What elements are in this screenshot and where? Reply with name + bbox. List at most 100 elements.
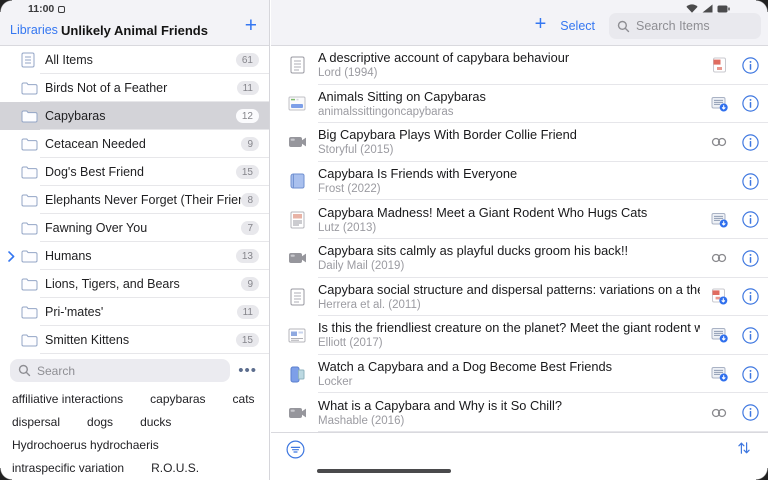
item-count-badge: 9 <box>241 277 259 291</box>
item-row[interactable]: Watch a Capybara and a Dog Become Best F… <box>271 355 768 394</box>
tag-dispersal[interactable]: dispersal <box>12 415 60 429</box>
info-button[interactable] <box>732 250 768 267</box>
video-icon <box>286 251 308 265</box>
item-title: Animals Sitting on Capybaras <box>318 88 486 104</box>
sort-arrows-icon[interactable] <box>734 440 754 460</box>
tag-affiliative-interactions[interactable]: affiliative interactions <box>12 392 123 406</box>
folder-icon <box>21 82 45 95</box>
sidebar-item-fawning-over-you[interactable]: Fawning Over You 7 <box>0 214 269 242</box>
info-button[interactable] <box>732 404 768 421</box>
collection-label: Lions, Tigers, and Bears <box>45 277 180 291</box>
sidebar-navbar: Libraries Unlikely Animal Friends + <box>0 14 269 45</box>
info-button[interactable] <box>732 327 768 344</box>
collection-label: Pri-'mates' <box>45 305 104 319</box>
sidebar-item-pri-mates[interactable]: Pri-'mates' 11 <box>0 298 269 326</box>
sidebar-item-cetacean-needed[interactable]: Cetacean Needed 9 <box>0 130 269 158</box>
sidebar-item-birds-not-of-a-feather[interactable]: Birds Not of a Feather 11 <box>0 74 269 102</box>
item-subtitle: Daily Mail (2019) <box>318 260 405 273</box>
link-icon <box>706 253 732 263</box>
pdf-download-icon <box>706 288 732 305</box>
item-row[interactable]: Big Capybara Plays With Border Collie Fr… <box>271 123 768 162</box>
item-subtitle: Lord (1994) <box>318 67 378 80</box>
tag-intraspecific-variation[interactable]: intraspecific variation <box>12 461 124 475</box>
chevron-right-icon[interactable] <box>8 250 21 262</box>
info-button[interactable] <box>732 95 768 113</box>
journal-article-icon <box>286 56 308 74</box>
item-subtitle: Frost (2022) <box>318 183 381 196</box>
magazine-article-icon <box>286 211 308 229</box>
video-icon <box>286 406 308 420</box>
tag-dogs[interactable]: dogs <box>87 415 113 429</box>
more-ellipsis-icon[interactable]: ••• <box>238 363 259 378</box>
sidebar-item-elephants-never-forget-their-friends[interactable]: Elephants Never Forget (Their Friends) 8 <box>0 186 269 214</box>
item-row[interactable]: A descriptive account of capybara behavi… <box>271 46 768 85</box>
sidebar-item-smitten-kittens[interactable]: Smitten Kittens 15 <box>0 326 269 354</box>
items-toolbar: + Select Search Items <box>271 11 768 45</box>
item-row[interactable]: Capybara Is Friends with Everyone Frost (… <box>271 162 768 201</box>
all-items-icon <box>21 52 45 68</box>
blog-post-icon <box>286 366 308 383</box>
tag-r-o-u-s[interactable]: R.O.U.S. <box>151 461 199 475</box>
item-subtitle: animalssittingoncapybaras <box>318 105 454 118</box>
folder-icon <box>21 334 45 347</box>
status-time: 11:00 <box>28 3 66 15</box>
collection-label: Elephants Never Forget (Their Friends) <box>45 193 242 207</box>
info-button[interactable] <box>732 172 768 190</box>
collection-label: Birds Not of a Feather <box>45 81 168 95</box>
filter-circle-icon[interactable] <box>285 440 305 460</box>
items-header: + Select Search Items <box>271 0 768 46</box>
add-item-button[interactable]: + <box>535 13 547 36</box>
folder-icon <box>21 250 45 263</box>
item-title: Capybara sits calmly as playful ducks gr… <box>318 243 629 259</box>
item-row[interactable]: What is a Capybara and Why is it So Chil… <box>271 393 768 432</box>
item-list: A descriptive account of capybara behavi… <box>271 46 768 432</box>
tag-ducks[interactable]: ducks <box>140 415 171 429</box>
item-row[interactable]: Capybara Madness! Meet a Giant Rodent Wh… <box>271 200 768 239</box>
sidebar-item-all-items[interactable]: All Items 61 <box>0 46 269 74</box>
item-title: Capybara Is Friends with Everyone <box>318 166 518 182</box>
collection-title: Unlikely Animal Friends <box>61 22 208 38</box>
folder-icon <box>21 138 45 151</box>
video-icon <box>286 135 308 149</box>
collection-label: All Items <box>45 53 93 67</box>
tag-capybaras[interactable]: capybaras <box>150 392 205 406</box>
info-button[interactable] <box>732 288 768 306</box>
item-count-badge: 12 <box>235 109 259 123</box>
link-icon <box>706 137 732 147</box>
folder-icon <box>21 306 45 319</box>
info-button[interactable] <box>732 365 768 383</box>
sidebar-item-dog-s-best-friend[interactable]: Dog's Best Friend 15 <box>0 158 269 186</box>
search-icon <box>617 20 630 33</box>
journal-article-icon <box>286 288 308 306</box>
add-collection-button[interactable]: + <box>245 11 257 41</box>
items-search-input[interactable]: Search Items <box>609 13 761 39</box>
info-button[interactable] <box>732 57 768 74</box>
tag-cats[interactable]: cats <box>233 392 255 406</box>
item-count-badge: 11 <box>236 305 259 319</box>
item-row[interactable]: Is this the friendliest creature on the … <box>271 316 768 355</box>
item-title: A descriptive account of capybara behavi… <box>318 50 570 66</box>
item-title: Capybara social structure and dispersal … <box>318 281 700 297</box>
book-icon <box>286 173 308 190</box>
tag-hydrochoerus-hydrochaeris[interactable]: Hydrochoerus hydrochaeris <box>12 438 159 452</box>
select-button[interactable]: Select <box>560 19 595 33</box>
item-row[interactable]: Capybara sits calmly as playful ducks gr… <box>271 239 768 278</box>
item-title: What is a Capybara and Why is it So Chil… <box>318 397 562 413</box>
item-count-badge: 11 <box>236 81 259 95</box>
item-subtitle: Lutz (2013) <box>318 221 377 234</box>
item-row[interactable]: Animals Sitting on Capybaras animalssitti… <box>271 85 768 124</box>
item-row[interactable]: Capybara social structure and dispersal … <box>271 278 768 317</box>
info-button[interactable] <box>732 134 768 151</box>
items-search-placeholder: Search Items <box>636 19 710 33</box>
libraries-back-button[interactable]: Libraries <box>10 23 58 37</box>
home-indicator[interactable] <box>317 469 451 473</box>
sidebar-item-lions-tigers-and-bears[interactable]: Lions, Tigers, and Bears 9 <box>0 270 269 298</box>
library-sidebar: 11:00 Libraries Unlikely Animal Friends … <box>0 0 270 480</box>
tag-search-input[interactable]: Search <box>10 359 231 382</box>
snapshot-download-icon <box>706 366 732 382</box>
sidebar-item-capybaras[interactable]: Capybaras 12 <box>0 102 269 130</box>
sidebar-item-humans[interactable]: Humans 13 <box>0 242 269 270</box>
collection-label: Smitten Kittens <box>45 333 130 347</box>
pdf-icon <box>706 57 732 73</box>
info-button[interactable] <box>732 211 768 228</box>
